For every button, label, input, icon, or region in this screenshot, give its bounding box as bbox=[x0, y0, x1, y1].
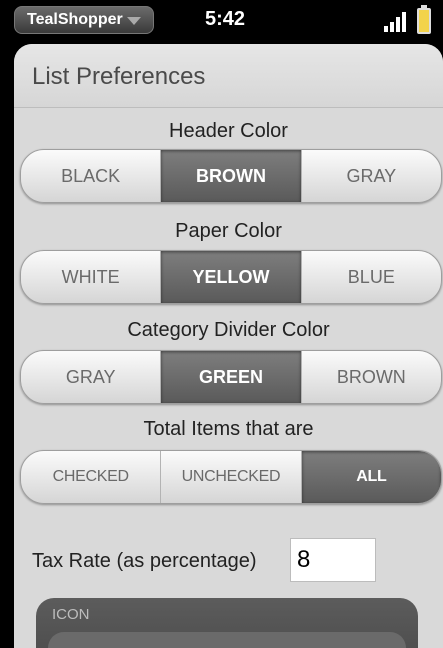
total-items-selector: CHECKED UNCHECKED ALL bbox=[20, 450, 442, 504]
app-name: TealShopper bbox=[27, 11, 123, 28]
divider-color-selector: GRAY GREEN BROWN bbox=[20, 350, 442, 404]
paper-color-option-white[interactable]: WHITE bbox=[21, 251, 162, 303]
battery-icon bbox=[417, 5, 431, 34]
divider-color-option-green[interactable]: GREEN bbox=[161, 351, 302, 403]
icon-group: ICON bbox=[36, 598, 418, 648]
chevron-down-icon bbox=[127, 17, 141, 25]
divider-color-option-gray[interactable]: GRAY bbox=[21, 351, 162, 403]
tax-rate-row: Tax Rate (as percentage) bbox=[32, 538, 392, 584]
header-color-selector: BLACK BROWN GRAY bbox=[20, 149, 442, 203]
clock: 5:42 bbox=[205, 8, 246, 30]
icon-group-row[interactable] bbox=[48, 632, 406, 648]
signal-icon bbox=[384, 10, 410, 32]
page-title: List Preferences bbox=[32, 63, 206, 90]
total-items-label: Total Items that are bbox=[143, 418, 314, 440]
app-menu-button[interactable]: TealShopper bbox=[14, 6, 154, 34]
paper-color-option-blue[interactable]: BLUE bbox=[302, 251, 441, 303]
paper-color-selector: WHITE YELLOW BLUE bbox=[20, 250, 442, 304]
divider-color-label: Category Divider Color bbox=[127, 319, 330, 341]
header-color-option-brown[interactable]: BROWN bbox=[161, 150, 302, 202]
status-bar: TealShopper 5:42 bbox=[0, 0, 443, 44]
total-items-option-checked[interactable]: CHECKED bbox=[21, 451, 162, 503]
total-items-option-unchecked[interactable]: UNCHECKED bbox=[161, 451, 302, 503]
paper-color-label: Paper Color bbox=[175, 220, 282, 242]
divider-color-option-brown[interactable]: BROWN bbox=[302, 351, 441, 403]
title-bar: List Preferences bbox=[14, 44, 443, 108]
tax-rate-input[interactable] bbox=[290, 538, 376, 582]
paper-color-option-yellow[interactable]: YELLOW bbox=[161, 251, 302, 303]
icon-group-label: ICON bbox=[52, 606, 90, 623]
tax-rate-label: Tax Rate (as percentage) bbox=[32, 550, 257, 572]
header-color-option-black[interactable]: BLACK bbox=[21, 150, 162, 202]
header-color-label: Header Color bbox=[169, 120, 288, 142]
total-items-option-all[interactable]: ALL bbox=[301, 451, 441, 503]
header-color-option-gray[interactable]: GRAY bbox=[302, 150, 441, 202]
preferences-card: List Preferences Header Color BLACK BROW… bbox=[14, 44, 443, 648]
